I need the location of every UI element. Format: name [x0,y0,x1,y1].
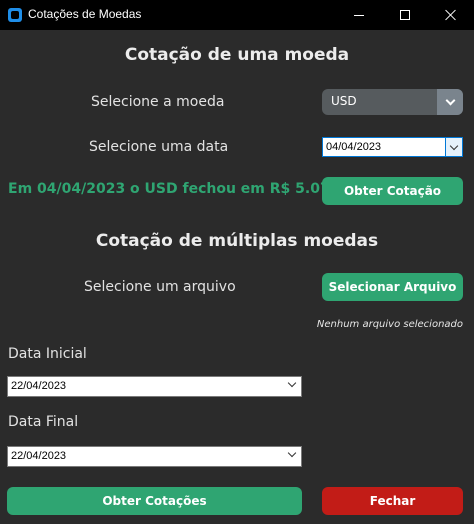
currency-label: Selecione a moeda [91,94,225,110]
end-date-value: 22/04/2023 [11,450,67,462]
start-date-label: Data Inicial [8,346,87,362]
maximize-button[interactable] [382,0,428,30]
currency-select[interactable]: USD [322,89,463,115]
currency-select-value: USD [331,94,357,108]
multi-quote-heading: Cotação de múltiplas moedas [95,231,379,251]
minimize-icon [354,14,364,16]
chevron-down-icon [449,141,459,150]
quote-date-value: 04/04/2023 [326,141,382,153]
file-label: Selecione um arquivo [84,279,236,295]
chevron-down-icon[interactable] [287,448,297,458]
chevron-down-icon [445,95,455,105]
end-date-label: Data Final [8,414,79,430]
date-label: Selecione uma data [89,139,229,155]
close-window-button[interactable] [428,0,474,30]
chevron-down-icon[interactable] [287,378,297,388]
window-title: Cotações de Moedas [28,7,142,21]
minimize-button[interactable] [336,0,382,30]
quote-result-text: Em 04/04/2023 o USD fechou em R$ 5.07 [8,181,330,197]
close-button[interactable]: Fechar [322,487,463,515]
quote-date-dropdown-button[interactable] [445,138,462,156]
currency-dropdown-button[interactable] [437,89,463,115]
title-bar: Cotações de Moedas [0,0,474,30]
maximize-icon [400,10,410,20]
file-status-text: Nenhum arquivo selecionado [316,319,463,330]
select-file-button[interactable]: Selecionar Arquivo [322,273,463,301]
start-date-input[interactable]: 22/04/2023 [7,376,302,397]
start-date-value: 22/04/2023 [11,380,67,392]
close-icon [445,9,457,21]
quote-date-input[interactable]: 04/04/2023 [322,137,463,157]
get-quote-button[interactable]: Obter Cotação [322,177,463,205]
single-quote-heading: Cotação de uma moeda [124,45,350,65]
get-quotes-button[interactable]: Obter Cotações [7,487,302,515]
end-date-input[interactable]: 22/04/2023 [7,446,302,467]
app-icon [8,8,22,22]
